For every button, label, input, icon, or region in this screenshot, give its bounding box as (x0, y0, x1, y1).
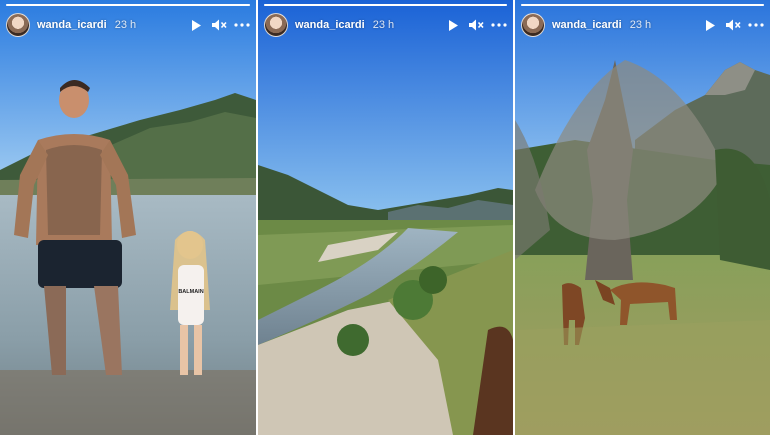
story-header: wanda_icardi 23 h (521, 12, 764, 38)
post-time: 23 h (372, 19, 395, 31)
username[interactable]: wanda_icardi (295, 19, 365, 31)
story-progress-fill (264, 4, 507, 6)
story-strip: BALMAIN wanda_icardi 23 h wanda_icardi 2… (0, 0, 770, 435)
mute-icon[interactable] (468, 17, 484, 33)
avatar[interactable] (6, 13, 30, 37)
post-time: 23 h (114, 19, 137, 31)
story-photo-beach: BALMAIN (0, 0, 256, 435)
story-controls (445, 17, 507, 33)
more-icon[interactable] (491, 17, 507, 33)
story-panel-3[interactable]: wanda_icardi 23 h (515, 0, 770, 435)
story-panel-1[interactable]: BALMAIN wanda_icardi 23 h (0, 0, 256, 435)
story-controls (188, 17, 250, 33)
story-controls (702, 17, 764, 33)
username[interactable]: wanda_icardi (552, 19, 622, 31)
story-progress-fill (6, 4, 250, 6)
play-icon[interactable] (188, 17, 204, 33)
more-icon[interactable] (748, 17, 764, 33)
story-photo-river (258, 0, 513, 435)
avatar[interactable] (264, 13, 288, 37)
mute-icon[interactable] (211, 17, 227, 33)
swimsuit-print: BALMAIN (178, 289, 203, 295)
story-photo-horses (515, 0, 770, 435)
story-progress-bar (264, 4, 507, 6)
story-header: wanda_icardi 23 h (264, 12, 507, 38)
play-icon[interactable] (702, 17, 718, 33)
username[interactable]: wanda_icardi (37, 19, 107, 31)
story-header: wanda_icardi 23 h (6, 12, 250, 38)
story-progress-bar (521, 4, 764, 6)
mute-icon[interactable] (725, 17, 741, 33)
story-panel-2[interactable]: wanda_icardi 23 h (258, 0, 513, 435)
story-progress-bar (6, 4, 250, 6)
avatar[interactable] (521, 13, 545, 37)
post-time: 23 h (629, 19, 652, 31)
story-progress-fill (521, 4, 764, 6)
play-icon[interactable] (445, 17, 461, 33)
more-icon[interactable] (234, 17, 250, 33)
